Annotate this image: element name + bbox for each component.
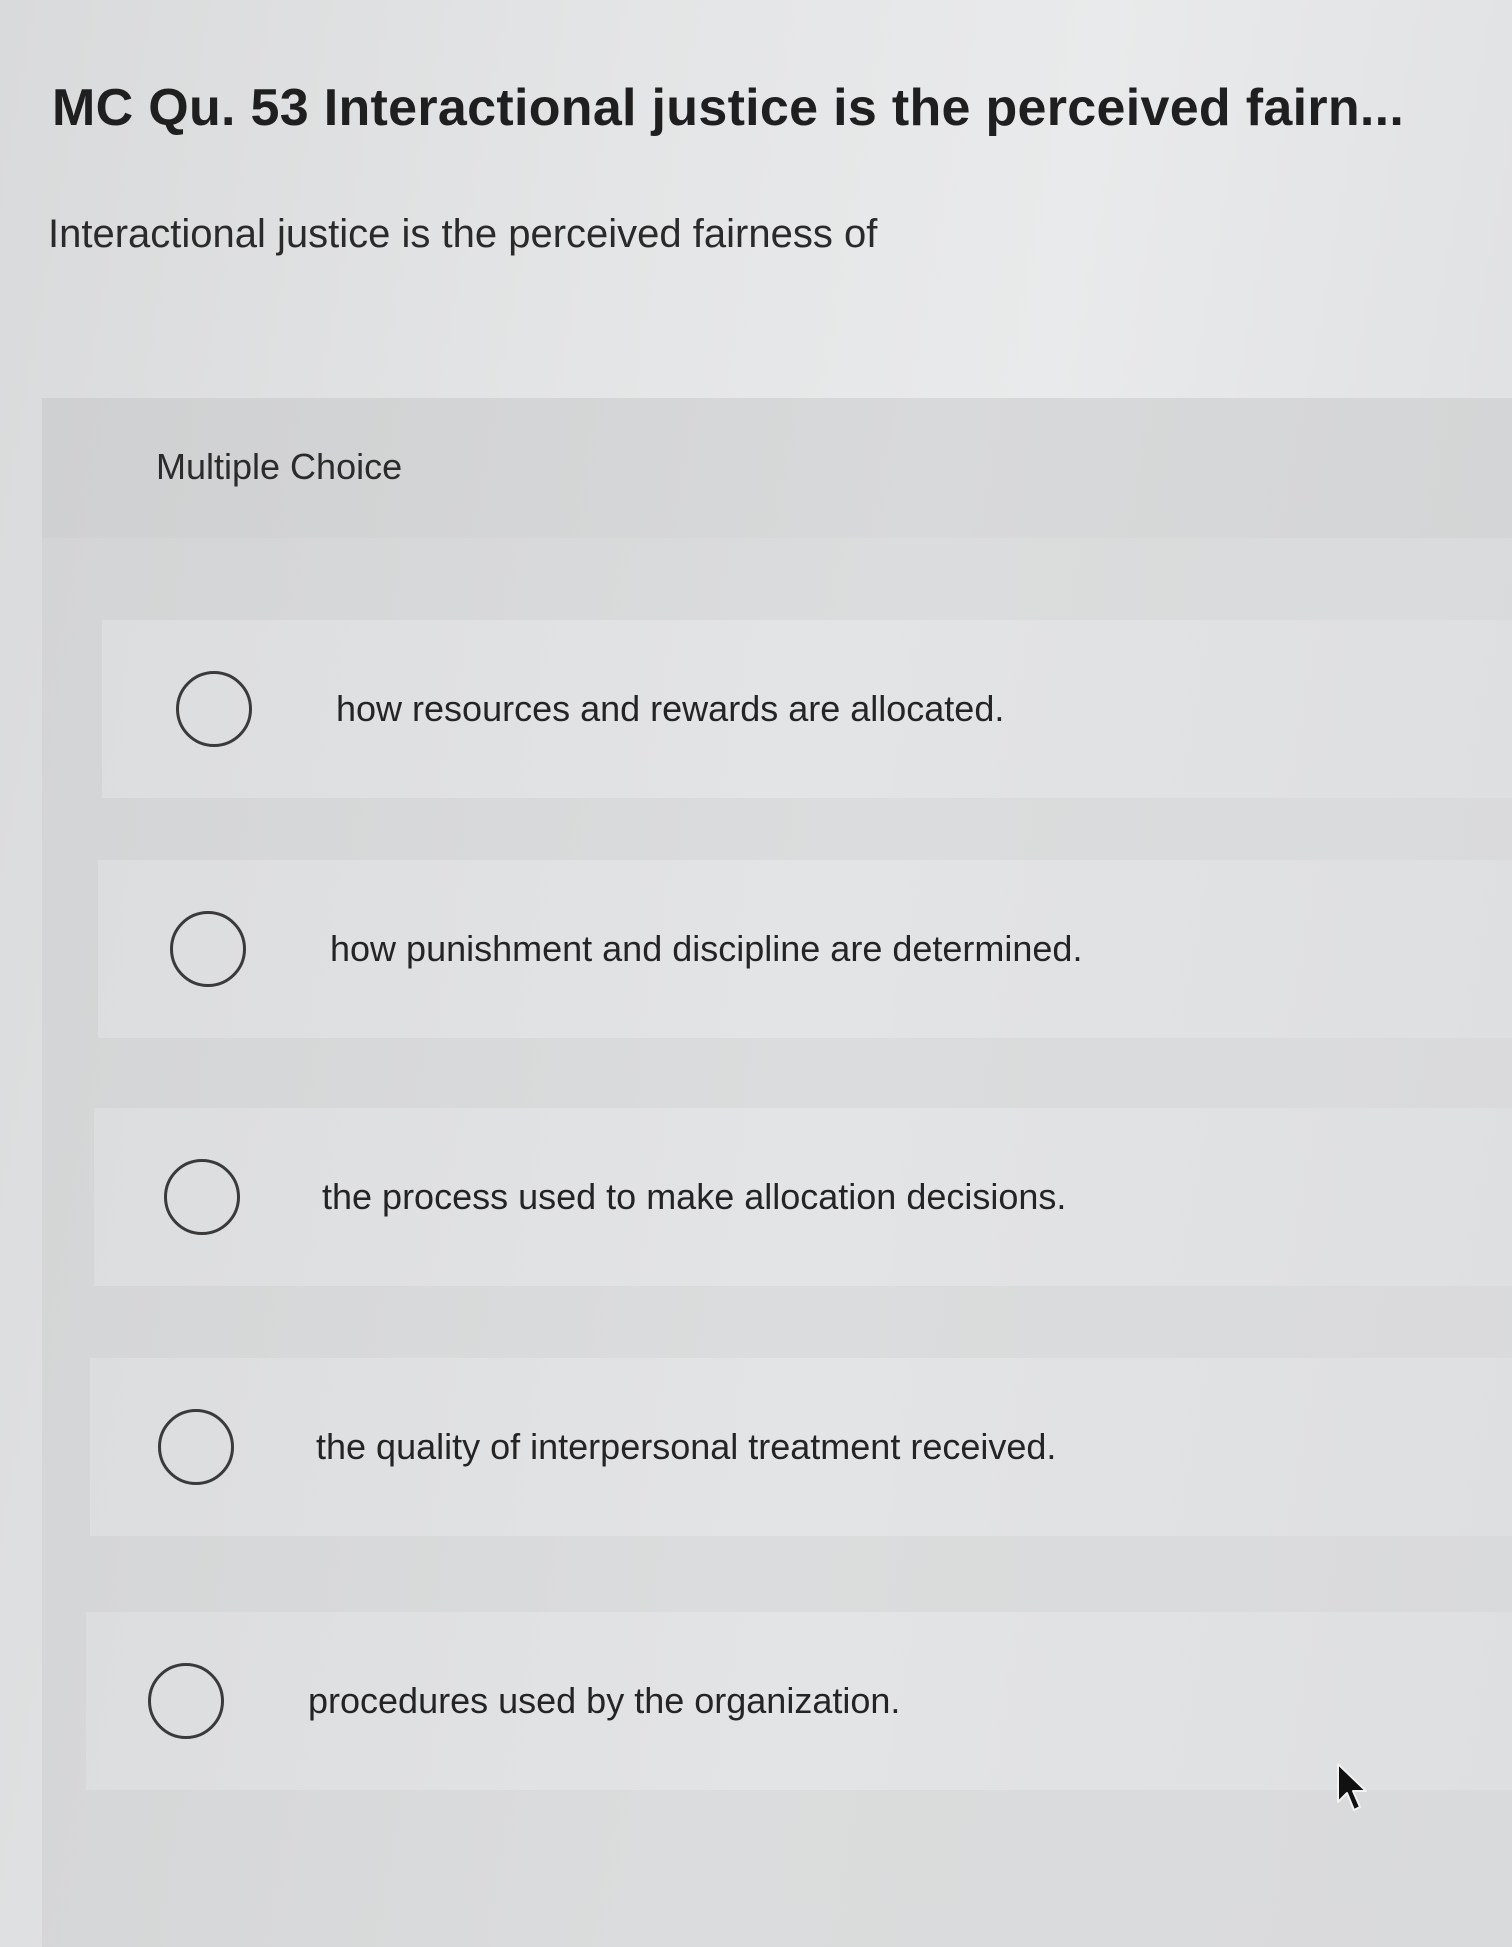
answer-option-text: how punishment and discipline are determ… [330, 928, 1083, 969]
answer-option-text: procedures used by the organization. [308, 1680, 901, 1721]
answer-option-text: the quality of interpersonal treatment r… [316, 1426, 1057, 1467]
radio-unselected-icon[interactable] [164, 1159, 240, 1235]
mouse-pointer-icon [1337, 1763, 1367, 1811]
multiple-choice-header: Multiple Choice [42, 398, 1512, 538]
radio-unselected-icon[interactable] [176, 671, 252, 747]
answer-option-3[interactable]: the process used to make allocation deci… [94, 1108, 1512, 1286]
answer-option-2[interactable]: how punishment and discipline are determ… [98, 860, 1512, 1038]
question-title: MC Qu. 53 Interactional justice is the p… [52, 79, 1405, 137]
multiple-choice-panel: Multiple Choice how resources and reward… [42, 398, 1512, 1947]
answer-option-1[interactable]: how resources and rewards are allocated. [102, 620, 1512, 798]
answer-option-text: the process used to make allocation deci… [322, 1176, 1067, 1217]
quiz-page: MC Qu. 53 Interactional justice is the p… [0, 0, 1512, 1947]
radio-unselected-icon[interactable] [158, 1409, 234, 1485]
answer-option-4[interactable]: the quality of interpersonal treatment r… [90, 1358, 1512, 1536]
radio-unselected-icon[interactable] [170, 911, 246, 987]
answer-option-5[interactable]: procedures used by the organization. [86, 1612, 1512, 1790]
radio-unselected-icon[interactable] [148, 1663, 224, 1739]
question-prompt: Interactional justice is the perceived f… [48, 212, 878, 256]
answer-option-text: how resources and rewards are allocated. [336, 688, 1005, 729]
multiple-choice-label: Multiple Choice [156, 446, 403, 487]
